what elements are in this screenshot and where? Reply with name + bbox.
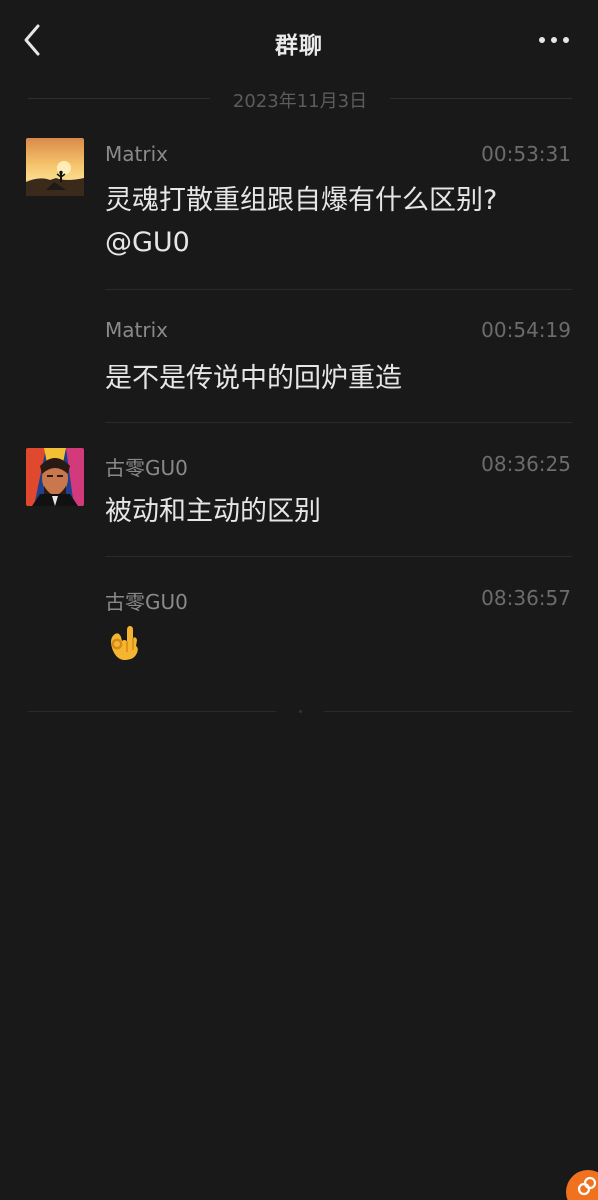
more-options-button[interactable] bbox=[536, 26, 576, 54]
message-time: 08:36:57 bbox=[481, 586, 571, 610]
floating-share-button[interactable] bbox=[566, 1170, 598, 1200]
sender-name[interactable]: 古零GU0 bbox=[105, 586, 188, 615]
message-time: 08:36:25 bbox=[481, 452, 571, 476]
avatar-matrix[interactable] bbox=[26, 138, 84, 196]
separator-dot bbox=[299, 710, 302, 713]
sender-name[interactable]: 古零GU0 bbox=[105, 452, 188, 481]
link-icon bbox=[577, 1176, 597, 1196]
message-divider bbox=[105, 422, 572, 423]
date-separator: 2023年11月3日 bbox=[28, 86, 572, 112]
message-text[interactable]: 被动和主动的区别 bbox=[105, 491, 570, 533]
colorful-portrait-avatar-image bbox=[26, 448, 84, 506]
date-label: 2023年11月3日 bbox=[232, 91, 368, 112]
chat-page: 群聊 2023年11月3日 Matrix 00:53:31 灵魂打散重组跟自爆有… bbox=[0, 0, 598, 1200]
end-separator bbox=[28, 710, 572, 713]
message-divider bbox=[105, 556, 572, 557]
sender-name[interactable]: Matrix bbox=[105, 142, 168, 166]
message-emoji[interactable] bbox=[105, 624, 570, 664]
message-text-line: 灵魂打散重组跟自爆有什么区别? bbox=[105, 185, 498, 216]
sunset-avatar-image bbox=[26, 138, 84, 196]
separator-line bbox=[390, 98, 572, 99]
page-title: 群聊 bbox=[275, 33, 323, 59]
avatar-gu0[interactable] bbox=[26, 448, 84, 506]
message-time: 00:53:31 bbox=[481, 142, 571, 166]
more-dots-icon bbox=[539, 37, 569, 43]
separator-line bbox=[324, 711, 572, 712]
sender-name[interactable]: Matrix bbox=[105, 318, 168, 342]
message-time: 00:54:19 bbox=[481, 318, 571, 342]
mention-link[interactable]: @GU0 bbox=[105, 222, 570, 264]
ok-hand-emoji-icon bbox=[111, 626, 138, 660]
message-text[interactable]: 是不是传说中的回炉重造 bbox=[105, 358, 570, 400]
separator-line bbox=[28, 711, 276, 712]
message-divider bbox=[105, 289, 572, 290]
message-text[interactable]: 灵魂打散重组跟自爆有什么区别? @GU0 bbox=[105, 180, 570, 264]
top-bar: 群聊 bbox=[0, 0, 598, 84]
